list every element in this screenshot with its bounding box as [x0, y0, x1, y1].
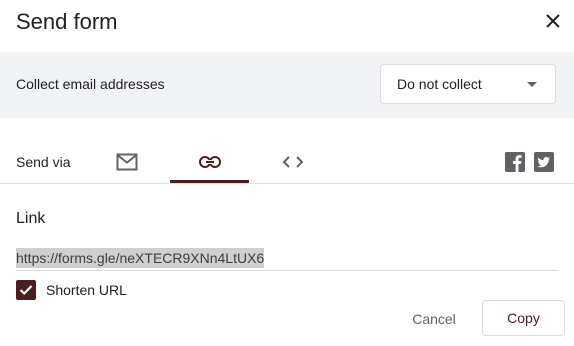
url-field-underline: [16, 270, 558, 271]
facebook-share-button[interactable]: [505, 152, 525, 172]
code-icon: [282, 156, 304, 168]
dialog-title: Send form: [16, 9, 118, 34]
collect-email-section: Collect email addresses Do not collect: [0, 52, 574, 118]
link-url-field[interactable]: https://forms.gle/neXTECR9XNn4LtUX6: [16, 248, 265, 268]
copy-button[interactable]: Copy: [482, 300, 565, 336]
tab-email[interactable]: [87, 140, 167, 184]
facebook-icon: [505, 152, 525, 172]
link-icon: [199, 156, 221, 168]
link-heading: Link: [16, 210, 46, 227]
collect-email-value: Do not collect: [397, 76, 482, 92]
twitter-icon: [534, 152, 554, 172]
chevron-down-icon: [527, 82, 537, 87]
shorten-url-label: Shorten URL: [46, 282, 127, 298]
tab-link[interactable]: [170, 140, 250, 184]
cancel-button[interactable]: Cancel: [398, 302, 470, 336]
tabs-divider: [0, 183, 574, 184]
send-form-dialog: Send form Collect email addresses Do not…: [0, 0, 574, 346]
close-icon: [546, 14, 560, 28]
mail-icon: [116, 153, 138, 171]
twitter-share-button[interactable]: [534, 152, 554, 172]
send-via-label: Send via: [16, 154, 71, 170]
tab-embed[interactable]: [253, 140, 333, 184]
close-button[interactable]: [540, 8, 566, 34]
checkmark-icon: [19, 285, 33, 296]
shorten-url-checkbox[interactable]: [16, 280, 36, 300]
collect-email-label: Collect email addresses: [16, 76, 165, 92]
collect-email-dropdown[interactable]: Do not collect: [380, 64, 556, 104]
